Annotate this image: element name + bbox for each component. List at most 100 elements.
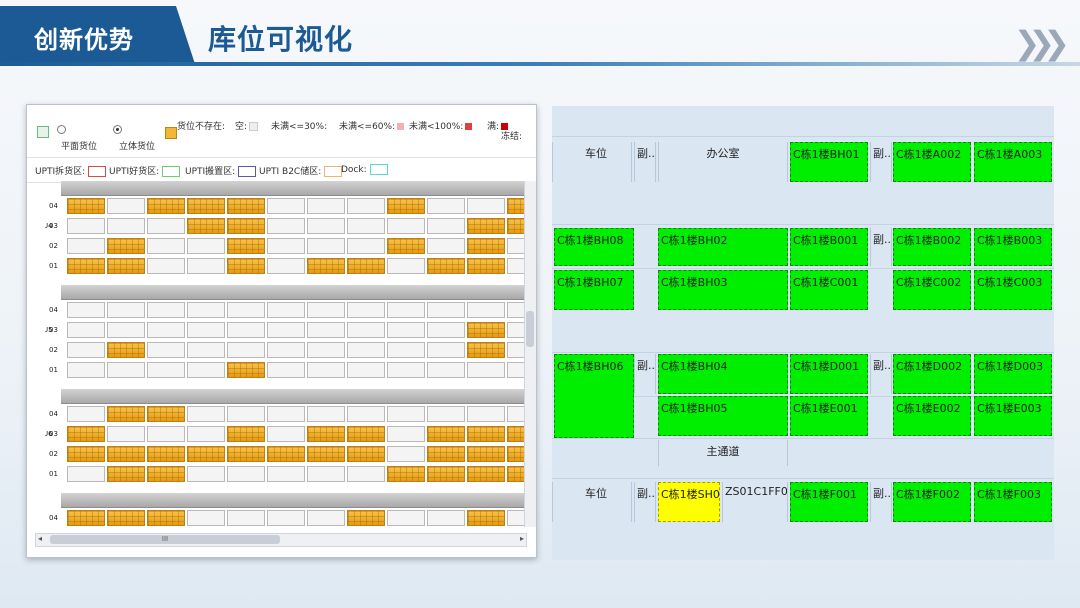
storage-cell-occupied[interactable] bbox=[467, 258, 505, 274]
storage-cell-empty[interactable] bbox=[147, 362, 185, 378]
storage-cell-occupied[interactable] bbox=[427, 426, 465, 442]
storage-cell-empty[interactable] bbox=[147, 238, 185, 254]
storage-cell-empty[interactable] bbox=[507, 238, 525, 254]
storage-cell-empty[interactable] bbox=[307, 406, 345, 422]
storage-cell-empty[interactable] bbox=[347, 322, 385, 338]
storage-cell-empty[interactable] bbox=[107, 322, 145, 338]
location-cell[interactable]: C栋1楼A002 bbox=[893, 142, 971, 182]
location-cell[interactable]: C栋1楼B002 bbox=[893, 228, 971, 266]
storage-cell-empty[interactable] bbox=[467, 198, 505, 214]
storage-cell-empty[interactable] bbox=[67, 342, 105, 358]
storage-cell-empty[interactable] bbox=[347, 198, 385, 214]
storage-cell-occupied[interactable] bbox=[227, 258, 265, 274]
storage-cell-empty[interactable] bbox=[227, 302, 265, 318]
storage-cell-occupied[interactable] bbox=[147, 406, 185, 422]
location-cell[interactable]: C栋1楼D001 bbox=[790, 354, 868, 394]
radio-3d-icon[interactable] bbox=[113, 125, 122, 134]
storage-cell-occupied[interactable] bbox=[507, 218, 525, 234]
storage-cell-empty[interactable] bbox=[227, 342, 265, 358]
storage-cell-occupied[interactable] bbox=[467, 238, 505, 254]
storage-cell-occupied[interactable] bbox=[107, 258, 145, 274]
storage-cell-empty[interactable] bbox=[267, 510, 305, 526]
storage-cell-occupied[interactable] bbox=[147, 446, 185, 462]
storage-cell-occupied[interactable] bbox=[227, 238, 265, 254]
storage-cell-empty[interactable] bbox=[267, 342, 305, 358]
storage-cell-empty[interactable] bbox=[387, 302, 425, 318]
storage-cell-empty[interactable] bbox=[347, 218, 385, 234]
storage-cell-empty[interactable] bbox=[347, 238, 385, 254]
storage-cell-empty[interactable] bbox=[227, 322, 265, 338]
location-cell[interactable]: C栋1楼C001 bbox=[790, 270, 868, 310]
storage-cell-empty[interactable] bbox=[67, 322, 105, 338]
storage-cell-empty[interactable] bbox=[387, 322, 425, 338]
storage-cell-empty[interactable] bbox=[187, 322, 225, 338]
storage-cell-empty[interactable] bbox=[307, 218, 345, 234]
storage-cell-empty[interactable] bbox=[507, 302, 525, 318]
storage-cell-occupied[interactable] bbox=[347, 258, 385, 274]
storage-cell-occupied[interactable] bbox=[187, 446, 225, 462]
location-cell[interactable]: C栋1楼SH01 bbox=[658, 482, 720, 522]
storage-cell-empty[interactable] bbox=[187, 342, 225, 358]
storage-cell-occupied[interactable] bbox=[347, 446, 385, 462]
storage-cell-empty[interactable] bbox=[267, 302, 305, 318]
storage-cell-occupied[interactable] bbox=[67, 446, 105, 462]
storage-cell-occupied[interactable] bbox=[107, 446, 145, 462]
location-cell[interactable]: C栋1楼E001 bbox=[790, 396, 868, 436]
location-cell[interactable]: C栋1楼B003 bbox=[974, 228, 1052, 266]
storage-cell-empty[interactable] bbox=[387, 362, 425, 378]
storage-cell-occupied[interactable] bbox=[107, 238, 145, 254]
location-cell[interactable]: C栋1楼C003 bbox=[974, 270, 1052, 310]
storage-cell-occupied[interactable] bbox=[427, 466, 465, 482]
storage-cell-empty[interactable] bbox=[387, 426, 425, 442]
location-cell[interactable]: C栋1楼E003 bbox=[974, 396, 1052, 436]
location-cell[interactable]: C栋1楼B001 bbox=[790, 228, 868, 266]
storage-cell-empty[interactable] bbox=[147, 218, 185, 234]
storage-cell-occupied[interactable] bbox=[107, 406, 145, 422]
storage-cell-occupied[interactable] bbox=[67, 510, 105, 526]
location-cell[interactable]: C栋1楼BH04 bbox=[658, 354, 788, 394]
storage-cell-empty[interactable] bbox=[227, 406, 265, 422]
storage-cell-empty[interactable] bbox=[307, 198, 345, 214]
location-cell[interactable]: C栋1楼BH02 bbox=[658, 228, 788, 266]
storage-cell-occupied[interactable] bbox=[187, 218, 225, 234]
storage-cell-occupied[interactable] bbox=[387, 238, 425, 254]
storage-cell-empty[interactable] bbox=[387, 258, 425, 274]
storage-cell-empty[interactable] bbox=[147, 426, 185, 442]
storage-cell-empty[interactable] bbox=[267, 362, 305, 378]
storage-cell-occupied[interactable] bbox=[147, 198, 185, 214]
storage-cell-empty[interactable] bbox=[347, 362, 385, 378]
storage-cell-empty[interactable] bbox=[427, 362, 465, 378]
location-cell[interactable]: C栋1楼BH06 bbox=[554, 354, 634, 438]
storage-cell-occupied[interactable] bbox=[307, 446, 345, 462]
storage-cell-empty[interactable] bbox=[267, 466, 305, 482]
storage-cell-empty[interactable] bbox=[427, 406, 465, 422]
storage-cell-empty[interactable] bbox=[67, 302, 105, 318]
location-cell[interactable]: C栋1楼D002 bbox=[893, 354, 971, 394]
storage-cell-empty[interactable] bbox=[467, 406, 505, 422]
storage-cell-empty[interactable] bbox=[427, 198, 465, 214]
radio-flat-location[interactable] bbox=[57, 125, 68, 135]
storage-cell-occupied[interactable] bbox=[467, 342, 505, 358]
storage-cell-empty[interactable] bbox=[147, 258, 185, 274]
storage-cell-empty[interactable] bbox=[427, 510, 465, 526]
storage-cell-occupied[interactable] bbox=[67, 198, 105, 214]
storage-cell-occupied[interactable] bbox=[227, 218, 265, 234]
storage-cell-occupied[interactable] bbox=[107, 342, 145, 358]
storage-cell-empty[interactable] bbox=[387, 406, 425, 422]
refresh-icon[interactable] bbox=[165, 127, 177, 139]
storage-cell-empty[interactable] bbox=[147, 342, 185, 358]
storage-cell-empty[interactable] bbox=[267, 218, 305, 234]
storage-cell-empty[interactable] bbox=[187, 302, 225, 318]
location-cell[interactable]: C栋1楼BH07 bbox=[554, 270, 634, 310]
storage-cell-occupied[interactable] bbox=[307, 258, 345, 274]
storage-cell-empty[interactable] bbox=[467, 362, 505, 378]
storage-cell-occupied[interactable] bbox=[467, 446, 505, 462]
storage-cell-empty[interactable] bbox=[187, 426, 225, 442]
storage-cell-empty[interactable] bbox=[267, 406, 305, 422]
storage-cell-empty[interactable] bbox=[307, 322, 345, 338]
scroll-right-arrow-icon[interactable]: ▸ bbox=[520, 534, 524, 543]
location-cell[interactable]: C栋1楼BH01 bbox=[790, 142, 868, 182]
storage-cell-occupied[interactable] bbox=[147, 466, 185, 482]
storage-cell-occupied[interactable] bbox=[347, 510, 385, 526]
storage-cell-occupied[interactable] bbox=[507, 466, 525, 482]
